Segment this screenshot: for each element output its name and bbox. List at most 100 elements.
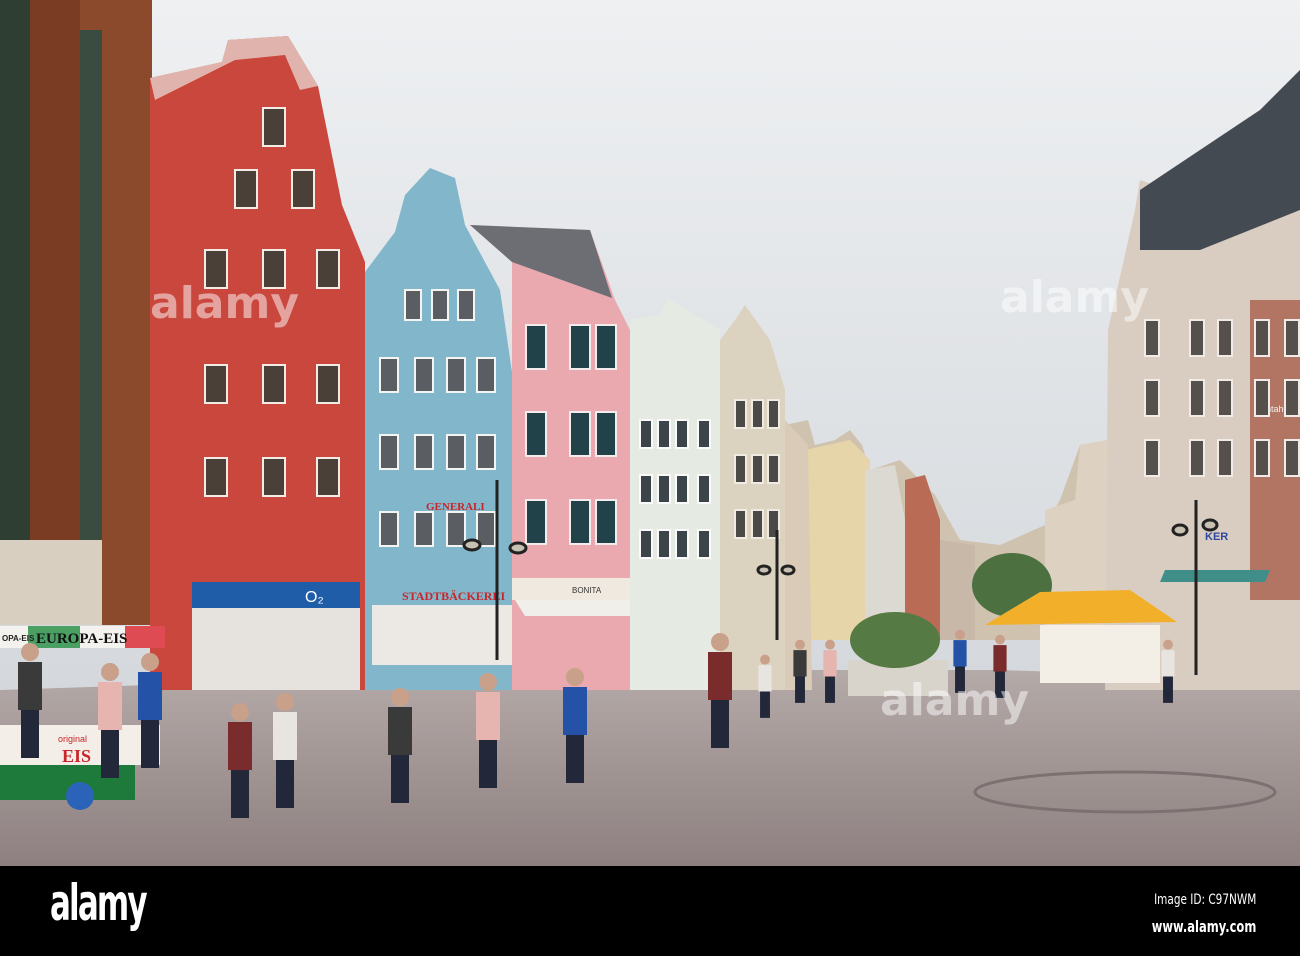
window [204,457,228,497]
window [457,289,475,321]
window [1189,379,1205,417]
window [751,399,764,429]
window [379,511,399,547]
window [734,454,747,484]
pavement [0,670,1300,866]
person-legs [795,676,805,703]
window [291,169,315,209]
window [379,434,399,470]
window [204,364,228,404]
person-torso [388,707,412,755]
window [262,107,286,147]
person-torso [953,640,967,667]
window [446,511,466,547]
window [234,169,258,209]
window [476,357,496,393]
person-legs [391,755,409,803]
window [1217,439,1233,477]
person-head [760,654,770,665]
person-torso [1161,650,1175,677]
window [476,511,496,547]
person-torso [273,712,297,760]
site-url: www.alamy.com [1151,917,1256,936]
person-torso [708,652,732,700]
window [697,419,711,449]
window [414,511,434,547]
window [431,289,449,321]
person-legs [231,770,249,818]
window [1217,379,1233,417]
window [595,411,617,457]
image-meta: Image ID: C97NWM www.alamy.com [1111,892,1256,936]
person-legs [21,710,39,758]
alamy-logo: alamy [50,874,148,932]
o2-store-sign [192,582,360,608]
window [657,419,671,449]
window [414,434,434,470]
window [657,474,671,504]
window [316,457,340,497]
window [446,434,466,470]
window [734,399,747,429]
image-id: Image ID: C97NWM [1153,892,1256,908]
person-torso [476,692,500,740]
person-legs [276,760,294,808]
window [675,419,689,449]
beige-ornate-house [720,305,785,690]
window [767,454,780,484]
svg-text:alamy: alamy [1000,272,1149,323]
person-torso [993,645,1007,672]
window [525,411,547,457]
person-torso [138,672,162,720]
person-head [231,703,249,721]
window [751,454,764,484]
window [1189,439,1205,477]
window [639,474,653,504]
person-legs [566,735,584,783]
window [639,529,653,559]
svg-text:alamy: alamy [150,278,299,329]
window [751,509,764,539]
person-legs [1163,676,1173,703]
person-legs [760,691,770,718]
window [639,419,653,449]
bonita-sign: BONITA [572,586,602,595]
window [262,364,286,404]
window [569,499,591,545]
window [1254,439,1270,477]
window [595,324,617,370]
window [1144,379,1160,417]
window [379,357,399,393]
left-brick-building [0,0,152,625]
person-torso [563,687,587,735]
person-head [1163,639,1173,650]
window [476,434,496,470]
person-legs [101,730,119,778]
footer-bar: alamy Image ID: C97NWM www.alamy.com [0,866,1300,956]
person-head [995,634,1005,645]
person-head [391,688,409,706]
window [525,324,547,370]
person-head [795,639,805,650]
window [595,499,617,545]
window [414,357,434,393]
person-head [141,653,159,671]
svg-text:alamy: alamy [880,675,1029,726]
person-head [276,693,294,711]
window [262,457,286,497]
person-head [566,668,584,686]
window [525,499,547,545]
person-legs [479,740,497,788]
person-head [711,633,729,651]
cart-original-text: original [58,734,87,744]
europa-eis-sign: EUROPA-EIS [36,631,127,647]
o2-sign-text: O₂ [305,589,324,606]
window [404,289,422,321]
person-torso [18,662,42,710]
window [697,529,711,559]
person-legs [825,676,835,703]
window [767,399,780,429]
street-photo: O₂ GENERALI STADTBÄCKEREI BONITA pentaho… [0,0,1300,866]
person-head [955,629,965,640]
person-head [825,639,835,650]
